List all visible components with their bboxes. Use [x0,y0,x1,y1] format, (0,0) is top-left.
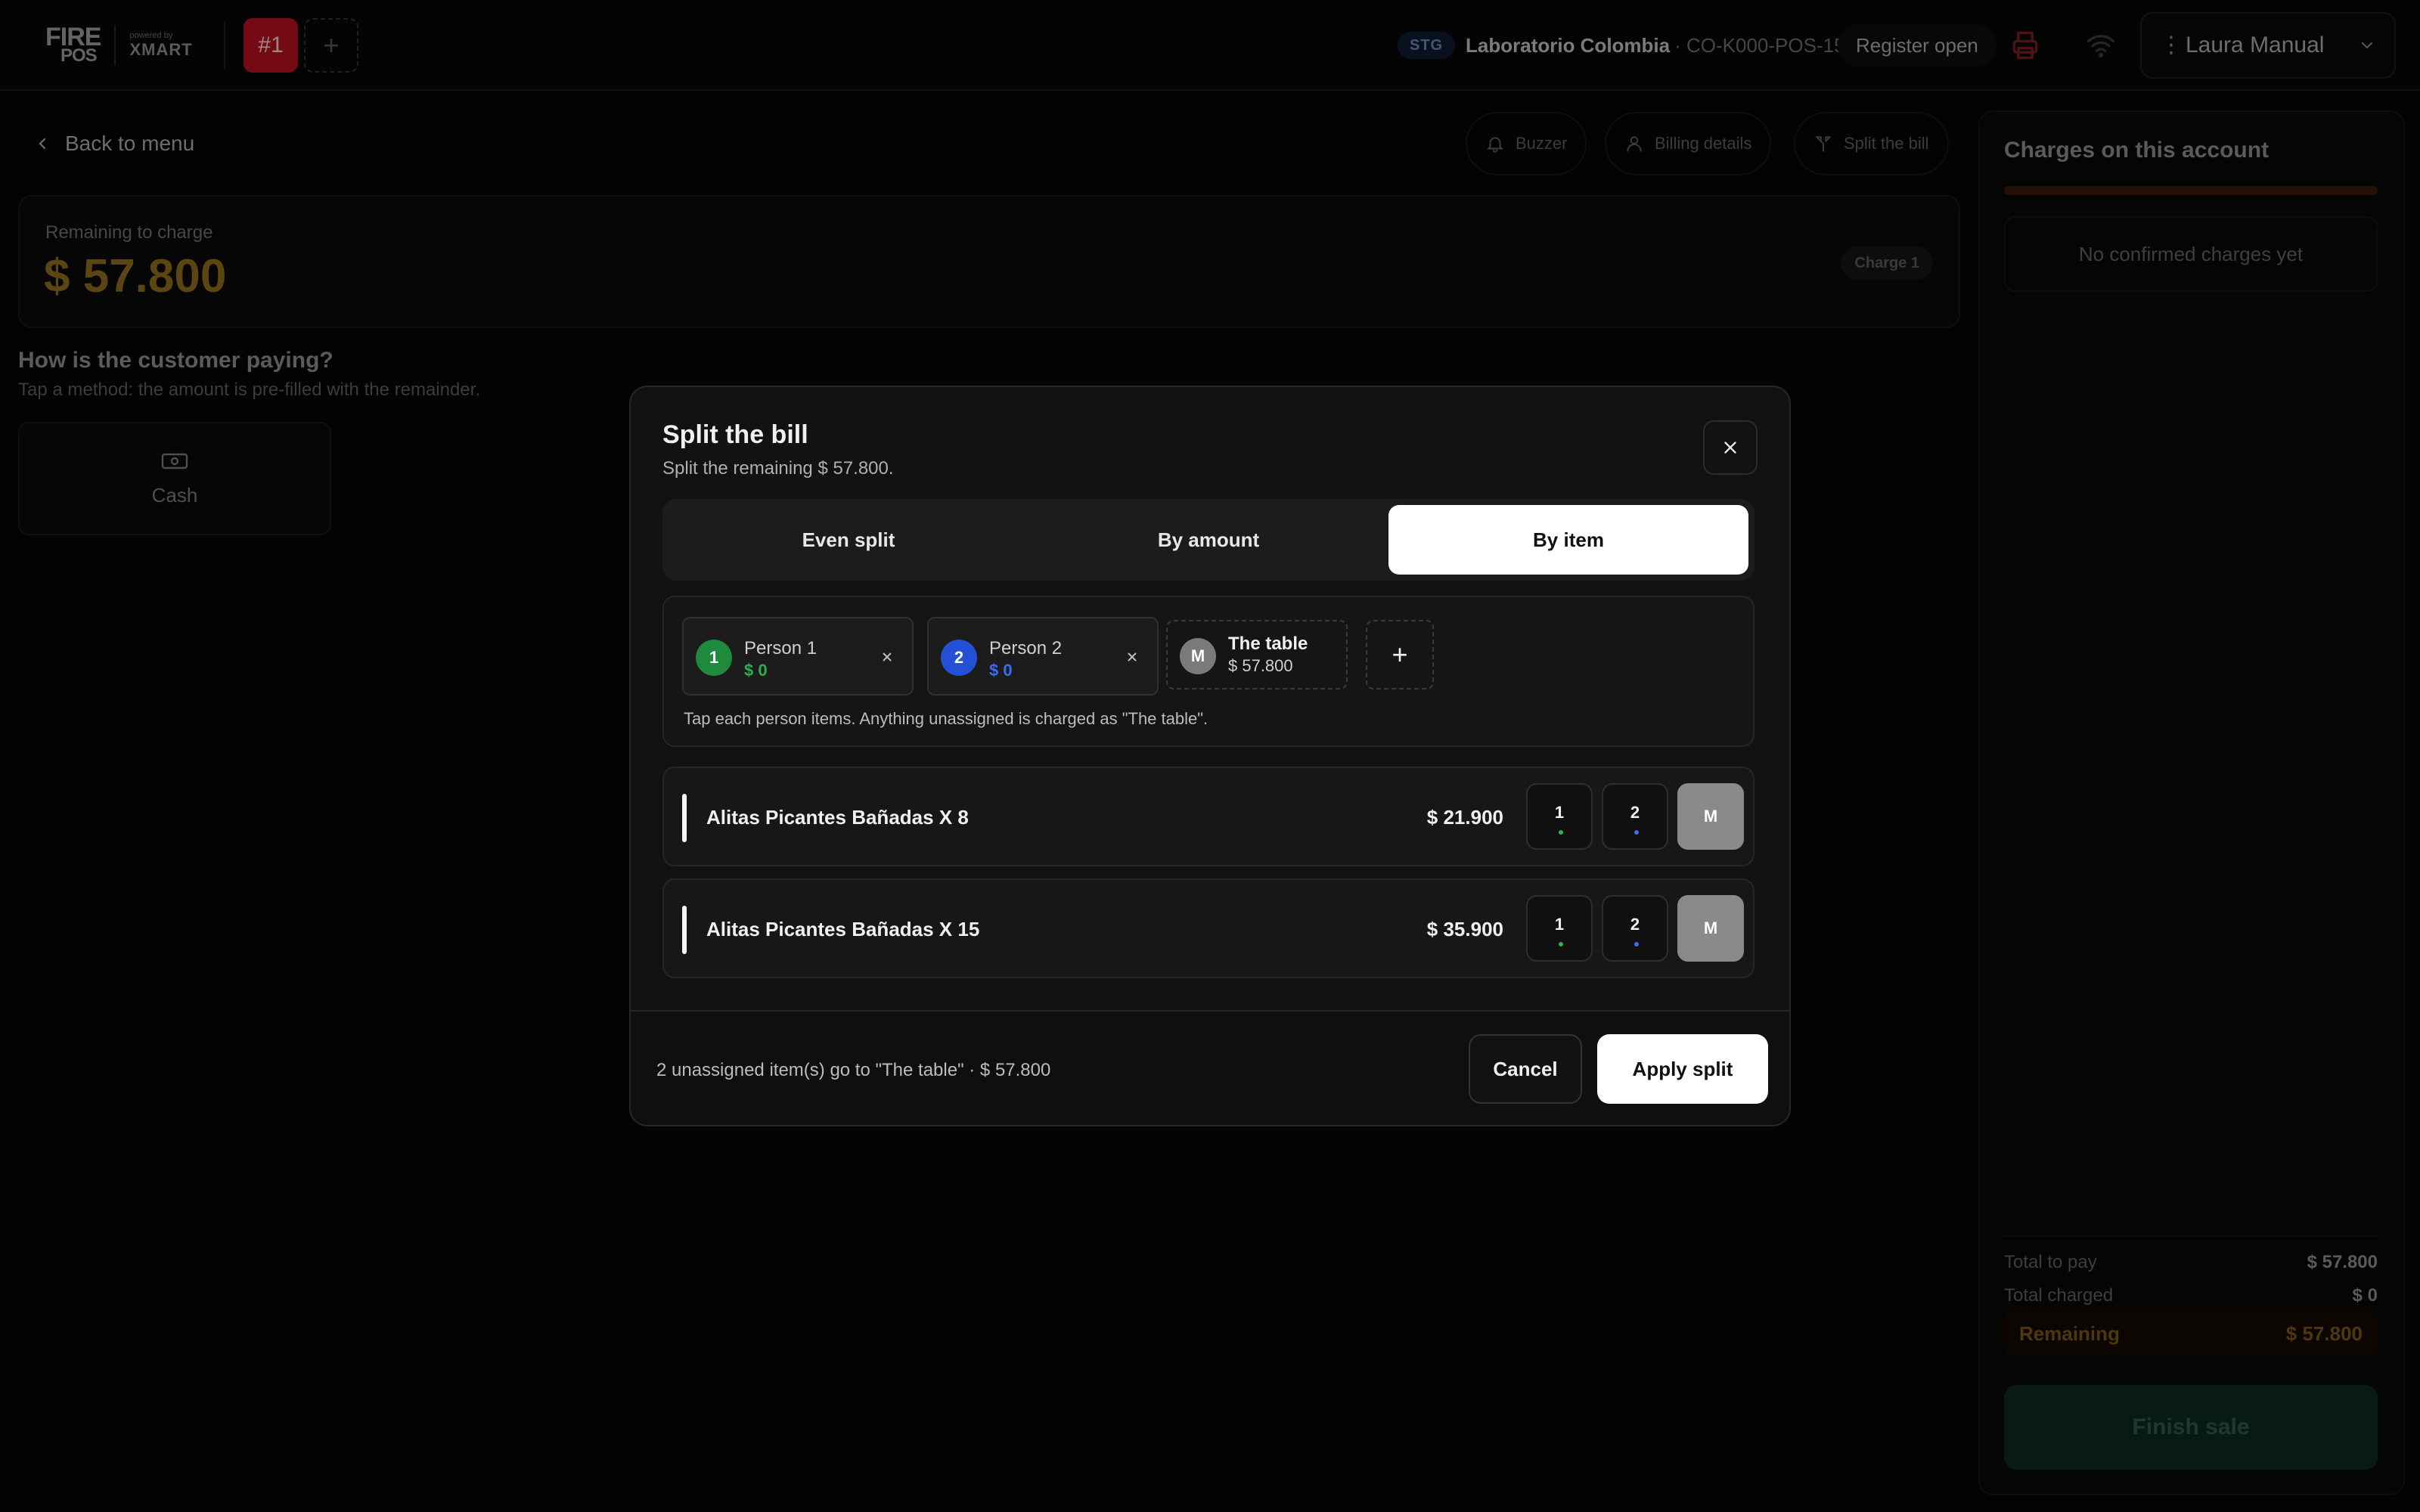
person-badge: 2 [941,640,977,676]
apply-split-button[interactable]: Apply split [1597,1034,1768,1104]
cancel-button[interactable]: Cancel [1469,1034,1582,1104]
people-selector: 1 Person 1 $ 0 2 Person 2 $ 0 M The tabl… [662,596,1754,747]
item-price: $ 21.900 [1426,806,1503,829]
split-bill-modal: Split the bill Split the remaining $ 57.… [629,386,1791,1126]
close-modal-button[interactable] [1703,420,1758,475]
assign-label: 1 [1554,803,1565,822]
assign-table-button[interactable]: M [1677,895,1744,962]
person-1-dot [1559,942,1563,947]
assign-person-1-button[interactable]: 1 [1526,783,1593,850]
assign-label: 2 [1630,915,1640,934]
close-icon [1128,652,1137,662]
unassigned-summary: 2 unassigned item(s) go to "The table" ·… [656,1060,1051,1080]
item-row: Alitas Picantes Bañadas X 8 $ 21.900 1 2… [662,767,1754,866]
assign-table-button[interactable]: M [1677,783,1744,850]
modal-subtitle: Split the remaining $ 57.800. [662,458,894,479]
assign-person-1-button[interactable]: 1 [1526,895,1593,962]
person-1-dot [1559,830,1563,835]
item-name: Alitas Picantes Bañadas X 15 [706,918,980,940]
person-badge: 1 [696,640,732,676]
tab-by-item[interactable]: By item [1388,505,1748,575]
split-mode-tabs: Even split By amount By item [662,499,1754,581]
person-2-dot [1634,830,1639,835]
person-2-dot [1634,942,1639,947]
person-name: Person 2 [989,638,1063,658]
remove-person-button[interactable] [1121,646,1143,668]
person-amount: $ 0 [744,661,768,680]
assign-person-2-button[interactable]: 2 [1602,895,1668,962]
table-name: The table [1228,634,1308,654]
close-icon [1724,442,1736,454]
assign-label: 2 [1630,803,1640,822]
modal-title: Split the bill [662,420,808,449]
person-chip-1[interactable]: 1 Person 1 $ 0 [682,617,914,696]
item-price: $ 35.900 [1426,918,1503,940]
modal-footer: 2 unassigned item(s) go to "The table" ·… [631,1010,1789,1125]
item-name: Alitas Picantes Bañadas X 8 [706,806,969,829]
tab-even-split[interactable]: Even split [669,505,1028,575]
item-accent-bar [682,906,687,954]
person-chip-2[interactable]: 2 Person 2 $ 0 [927,617,1159,696]
table-badge: M [1180,638,1216,674]
add-person-button[interactable]: + [1366,620,1434,689]
assignment-hint: Tap each person items. Anything unassign… [684,709,1208,728]
tab-by-amount[interactable]: By amount [1028,505,1388,575]
remove-person-button[interactable] [876,646,898,668]
assign-label: M [1703,919,1718,937]
assign-label: 1 [1554,915,1565,934]
close-icon [883,652,892,662]
table-amount: $ 57.800 [1228,656,1293,675]
assign-person-2-button[interactable]: 2 [1602,783,1668,850]
assign-label: M [1703,807,1718,826]
person-amount: $ 0 [989,661,1013,680]
item-accent-bar [682,794,687,842]
item-row: Alitas Picantes Bañadas X 15 $ 35.900 1 … [662,878,1754,978]
table-chip[interactable]: M The table $ 57.800 [1166,620,1348,689]
person-name: Person 1 [744,638,818,658]
